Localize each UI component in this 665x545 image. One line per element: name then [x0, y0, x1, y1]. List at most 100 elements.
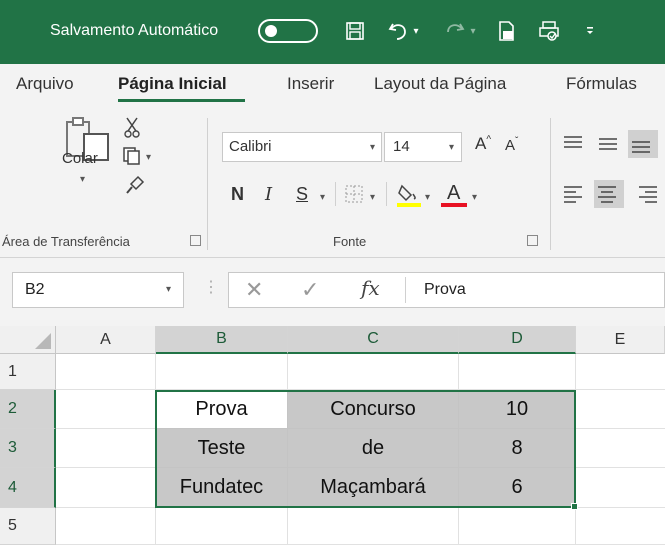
shrink-font-button[interactable]: Aˇ	[505, 136, 518, 154]
italic-button[interactable]: I	[265, 184, 272, 205]
borders-icon	[345, 185, 363, 203]
group-separator	[550, 118, 551, 250]
borders-button[interactable]	[344, 184, 364, 209]
font-size-value: 14	[393, 138, 410, 155]
shrink-font-icon: ˇ	[515, 136, 519, 147]
font-color-icon: A	[447, 182, 461, 204]
column-header-a[interactable]: A	[56, 326, 156, 354]
active-tab-indicator	[118, 99, 245, 102]
worksheet-grid: A B C D E 1 2 3 4 5 Prova Concurso 10 Te…	[0, 326, 665, 545]
bold-button[interactable]: N	[231, 184, 244, 205]
column-header-c[interactable]: C	[288, 326, 459, 354]
ribbon-tabs: Arquivo Página Inicial Inserir Layout da…	[0, 64, 665, 108]
cancel-icon[interactable]: ✕	[245, 277, 263, 303]
font-group-label: Fonte	[333, 234, 367, 249]
align-left-button[interactable]	[562, 184, 584, 209]
row-header-3[interactable]: 3	[0, 429, 56, 468]
align-right-icon	[639, 186, 657, 203]
row-header-2[interactable]: 2	[0, 390, 56, 429]
quick-print-button[interactable]	[534, 16, 564, 46]
print-preview-button[interactable]	[492, 16, 522, 46]
redo-button[interactable]: ▾	[440, 16, 480, 46]
divider	[335, 182, 336, 206]
cell-b2[interactable]: Prova	[156, 390, 288, 429]
divider	[386, 182, 387, 206]
autosave-toggle[interactable]	[258, 19, 318, 43]
align-top-button[interactable]	[562, 134, 584, 157]
align-center-button[interactable]	[594, 180, 624, 208]
grow-font-button[interactable]: A^	[475, 134, 491, 154]
cell-d4[interactable]: 6	[459, 468, 576, 508]
save-button[interactable]	[340, 16, 370, 46]
cell-d3[interactable]: 8	[459, 429, 576, 468]
cell-b4[interactable]: Fundatec	[156, 468, 288, 508]
align-middle-icon	[599, 138, 617, 150]
cell-c4[interactable]: Maçambará	[288, 468, 459, 508]
tab-layout-da-pagina[interactable]: Layout da Página	[374, 74, 506, 94]
cut-button[interactable]	[124, 116, 140, 143]
align-bottom-button[interactable]	[628, 130, 658, 158]
formula-bar: B2 ▾ ⋮ ✕ ✓ fx Prova	[0, 258, 665, 326]
select-all-icon	[35, 333, 51, 349]
align-middle-button[interactable]	[597, 134, 619, 157]
divider	[405, 277, 406, 303]
customize-icon	[587, 27, 593, 34]
cell-d2[interactable]: 10	[459, 390, 576, 429]
tab-inserir[interactable]: Inserir	[287, 74, 334, 94]
font-name-value: Calibri	[229, 138, 272, 155]
align-left-icon	[564, 186, 582, 203]
name-box-value: B2	[25, 281, 45, 298]
fill-color-button[interactable]	[396, 182, 422, 213]
tab-formulas[interactable]: Fórmulas	[566, 74, 637, 94]
font-color-dropdown[interactable]: ▾	[472, 192, 477, 203]
font-size-dropdown-icon: ▾	[449, 142, 455, 153]
clipboard-group-label: Área de Transferência	[2, 234, 130, 249]
toggle-knob	[265, 25, 277, 37]
ribbon: Colar ▾ ▾ Área de Transferência Calibri …	[0, 108, 665, 258]
borders-dropdown[interactable]: ▾	[370, 192, 375, 203]
redo-icon	[447, 23, 465, 33]
clipboard-launcher-icon[interactable]	[190, 235, 201, 246]
enter-icon[interactable]: ✓	[301, 277, 319, 303]
font-size-box[interactable]: 14 ▾	[384, 132, 462, 162]
cell-c3[interactable]: de	[288, 429, 459, 468]
save-icon	[346, 22, 364, 40]
select-all-button[interactable]	[0, 326, 56, 354]
row-header-1[interactable]: 1	[0, 354, 56, 390]
underline-button[interactable]: S	[296, 184, 308, 205]
cell-b3[interactable]: Teste	[156, 429, 288, 468]
cut-icon	[124, 117, 140, 138]
format-painter-button[interactable]	[124, 174, 146, 201]
tab-pagina-inicial[interactable]: Página Inicial	[118, 74, 227, 94]
row-header-4[interactable]: 4	[0, 468, 56, 508]
fill-color-dropdown[interactable]: ▾	[425, 192, 430, 203]
column-header-d[interactable]: D	[459, 326, 576, 354]
fill-color-icon	[397, 184, 421, 207]
insert-function-button[interactable]: fx	[361, 276, 380, 300]
customize-quick-access-button[interactable]	[580, 16, 600, 46]
column-header-e[interactable]: E	[576, 326, 665, 354]
fill-handle[interactable]	[571, 503, 578, 510]
copy-dropdown[interactable]: ▾	[146, 152, 151, 163]
row-header-5[interactable]: 5	[0, 508, 56, 545]
formula-input[interactable]: Prova	[424, 281, 466, 299]
underline-dropdown[interactable]: ▾	[320, 192, 325, 203]
name-box[interactable]: B2 ▾	[12, 272, 184, 308]
print-preview-icon	[499, 21, 514, 41]
undo-button[interactable]: ▾	[383, 16, 423, 46]
tab-arquivo[interactable]: Arquivo	[16, 74, 74, 94]
font-name-box[interactable]: Calibri ▾	[222, 132, 382, 162]
formula-bar-grip-icon: ⋮	[203, 279, 219, 296]
column-header-b[interactable]: B	[156, 326, 288, 354]
grow-font-icon: ^	[486, 134, 492, 146]
title-bar: Salvamento Automático ▾ ▾	[0, 0, 665, 64]
copy-icon	[123, 147, 140, 165]
font-name-dropdown-icon: ▾	[370, 142, 376, 153]
formula-input-area: ✕ ✓ fx Prova	[228, 272, 665, 308]
align-right-button[interactable]	[637, 184, 659, 209]
name-box-dropdown-icon[interactable]: ▾	[166, 284, 171, 295]
copy-button[interactable]	[122, 146, 142, 171]
paste-dropdown[interactable]: ▾	[80, 174, 85, 185]
font-launcher-icon[interactable]	[527, 235, 538, 246]
cell-c2[interactable]: Concurso	[288, 390, 459, 429]
